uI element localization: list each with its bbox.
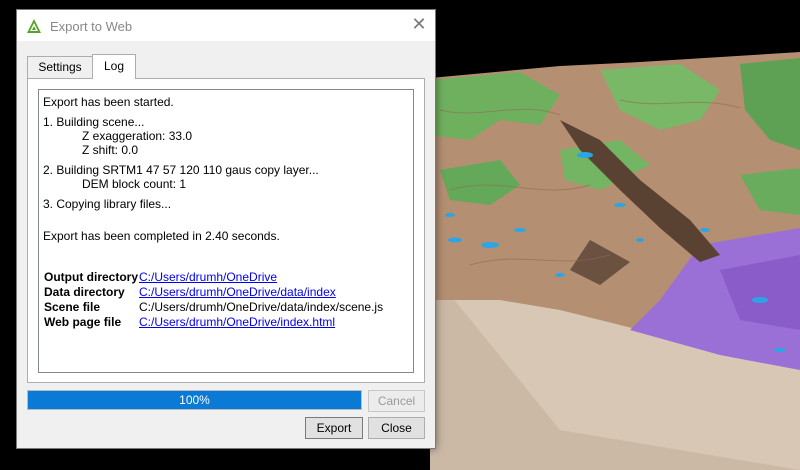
- qgis-icon: [27, 19, 41, 33]
- tab-settings[interactable]: Settings: [27, 56, 93, 78]
- log-line-z-exaggeration: Z exaggeration: 33.0: [82, 129, 193, 143]
- close-button[interactable]: Close: [368, 417, 425, 439]
- web-page-file-label: Web page file: [44, 315, 122, 329]
- export-button[interactable]: Export: [305, 417, 363, 439]
- log-text-area[interactable]: Export has been started. 1. Building sce…: [38, 89, 414, 373]
- dialog-title: Export to Web: [50, 19, 133, 34]
- export-progress-bar: 100%: [27, 390, 362, 410]
- log-tab-panel: Export has been started. 1. Building sce…: [27, 78, 425, 383]
- tab-log[interactable]: Log: [92, 54, 136, 79]
- output-directory-label: Output directory: [44, 270, 139, 284]
- log-line-step3: 3. Copying library files...: [43, 197, 172, 211]
- log-line-started: Export has been started.: [43, 95, 174, 109]
- export-to-web-dialog: Export to Web ✕ Settings Log Export has …: [16, 9, 436, 449]
- output-directory-link[interactable]: C:/Users/drumh/OneDrive: [139, 270, 277, 284]
- progress-label: 100%: [179, 393, 210, 407]
- title-bar[interactable]: Export to Web ✕: [17, 10, 435, 41]
- web-page-file-link[interactable]: C:/Users/drumh/OneDrive/index.html: [139, 315, 335, 329]
- log-line-step1: 1. Building scene...: [43, 115, 145, 129]
- data-directory-link[interactable]: C:/Users/drumh/OneDrive/data/index: [139, 285, 336, 299]
- scene-file-value: C:/Users/drumh/OneDrive/data/index/scene…: [139, 300, 384, 314]
- cancel-button[interactable]: Cancel: [368, 390, 425, 412]
- log-line-completed: Export has been completed in 2.40 second…: [43, 229, 280, 243]
- log-line-step2: 2. Building SRTM1 47 57 120 110 gaus cop…: [43, 163, 319, 177]
- log-line-dem-block: DEM block count: 1: [82, 177, 187, 191]
- data-directory-label: Data directory: [44, 285, 125, 299]
- close-icon[interactable]: ✕: [409, 15, 429, 35]
- log-line-z-shift: Z shift: 0.0: [82, 143, 139, 157]
- scene-file-label: Scene file: [44, 300, 101, 314]
